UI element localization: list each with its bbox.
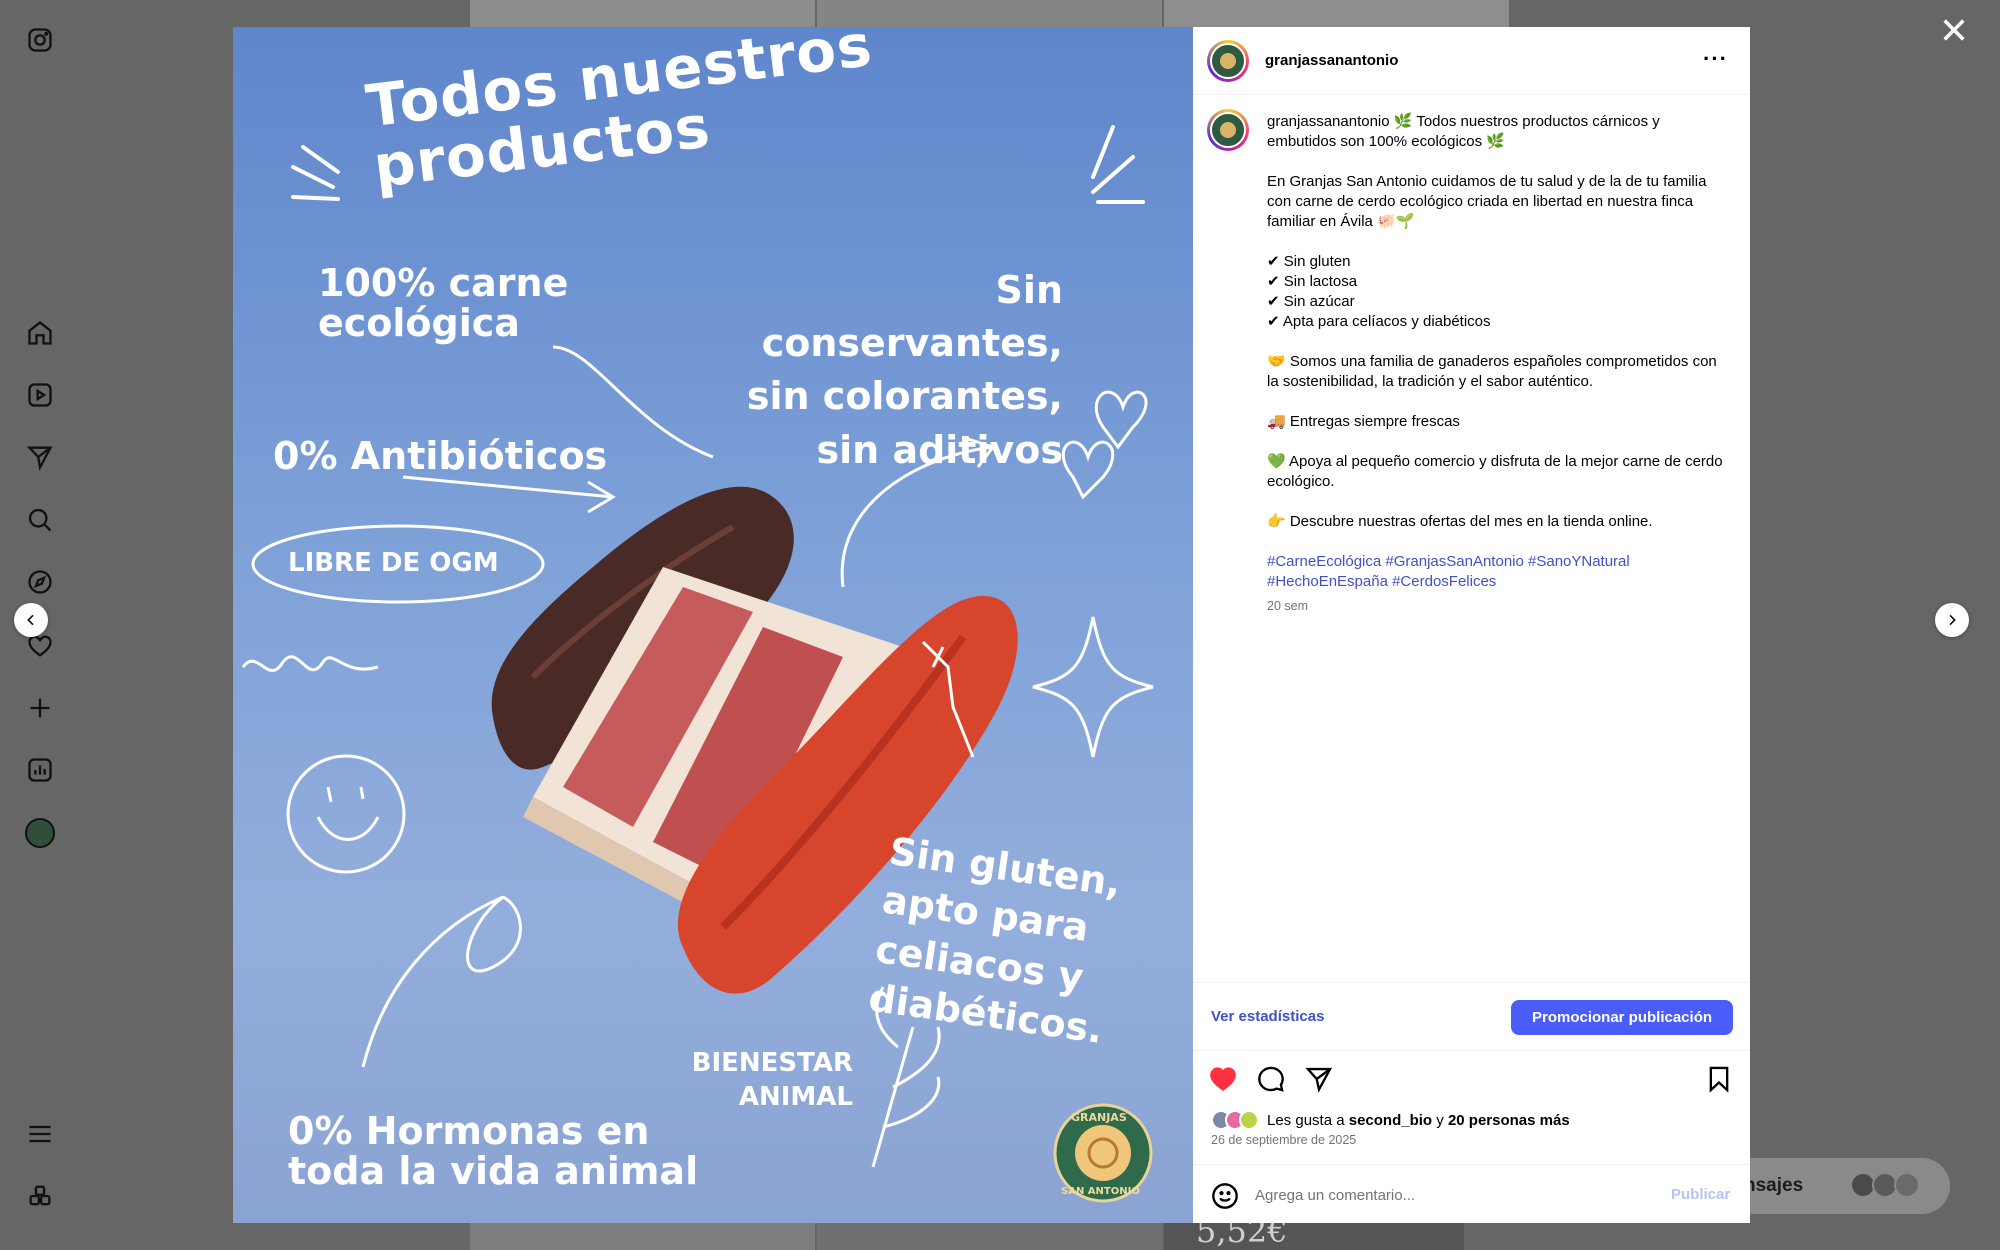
comment-icon bbox=[1258, 1066, 1284, 1092]
apps-icon[interactable] bbox=[24, 1180, 56, 1212]
previous-post-button[interactable] bbox=[14, 603, 48, 637]
next-post-button[interactable] bbox=[1935, 603, 1969, 637]
doodle-lines bbox=[291, 145, 340, 201]
reels-icon[interactable] bbox=[24, 379, 56, 411]
caption-check: ✔ Sin lactosa bbox=[1267, 273, 1358, 290]
menu-icon[interactable] bbox=[24, 1118, 56, 1150]
background-tile bbox=[817, 0, 1162, 27]
chevron-right-icon bbox=[1949, 614, 1956, 626]
post-image: Todos nuestros productos 100% carne ecol… bbox=[233, 27, 1193, 1223]
caption-paragraph: 🚚 Entregas siempre frescas bbox=[1267, 413, 1460, 430]
post-header: granjassanantonio ··· bbox=[1193, 27, 1750, 95]
promote-post-button[interactable]: Promocionar publicación bbox=[1511, 1000, 1733, 1035]
publish-comment-button[interactable]: Publicar bbox=[1671, 1186, 1730, 1203]
likes-summary[interactable]: Les gusta a second_bio y 20 personas más bbox=[1211, 1109, 1570, 1131]
stats-bar: Ver estadísticas Promocionar publicación bbox=[1193, 982, 1750, 1051]
caption-check: ✔ Sin gluten bbox=[1267, 253, 1351, 270]
doodle-smiley bbox=[286, 754, 406, 874]
like-button[interactable] bbox=[1209, 1065, 1237, 1093]
likes-mid: y bbox=[1432, 1111, 1448, 1129]
doodle-arrow bbox=[402, 475, 616, 514]
post-time-ago[interactable]: 20 sem bbox=[1267, 596, 1727, 616]
logo-text-bottom: SAN ANTONIO bbox=[1061, 1186, 1140, 1197]
likes-user[interactable]: second_bio bbox=[1349, 1112, 1432, 1129]
doodle-lines bbox=[1091, 125, 1145, 204]
home-icon[interactable] bbox=[24, 317, 56, 349]
chevron-left-icon bbox=[27, 614, 34, 626]
caption-paragraph: 💚 Apoya al pequeño comercio y disfruta d… bbox=[1267, 453, 1723, 490]
caption-hashtags[interactable]: #CarneEcológica #GranjasSanAntonio #Sano… bbox=[1267, 552, 1727, 592]
caption-paragraph: En Granjas San Antonio cuidamos de tu sa… bbox=[1267, 173, 1707, 230]
caption-check: ✔ Apta para celíacos y diabéticos bbox=[1267, 313, 1491, 330]
doodle-star bbox=[1032, 616, 1154, 758]
background-tile bbox=[470, 1223, 815, 1250]
share-button[interactable] bbox=[1305, 1065, 1333, 1093]
post-modal: Todos nuestros productos 100% carne ecol… bbox=[233, 27, 1750, 1223]
doodle-wave bbox=[241, 655, 379, 672]
image-claim-sin-conservantes: Sin conservantes, sin colorantes, sin ad… bbox=[746, 268, 1063, 472]
image-claim-antibioticos: 0% Antibióticos bbox=[273, 434, 608, 478]
author-username[interactable]: granjassanantonio bbox=[1265, 52, 1398, 69]
caption-check: ✔ Sin azúcar bbox=[1267, 293, 1355, 310]
comment-button[interactable] bbox=[1257, 1065, 1285, 1093]
more-options-button[interactable]: ··· bbox=[1703, 48, 1728, 70]
image-claim-ecologica: 100% carne ecológica bbox=[318, 261, 569, 345]
close-button[interactable] bbox=[1940, 16, 1968, 44]
logo-text-top: GRANJAS bbox=[1071, 1111, 1127, 1124]
post-caption: granjassanantonio 🌿 Todos nuestros produ… bbox=[1267, 112, 1727, 616]
doodle-heart bbox=[1094, 390, 1148, 450]
comment-input[interactable] bbox=[1255, 1180, 1635, 1210]
likes-text: Les gusta a second_bio y 20 personas más bbox=[1267, 1112, 1570, 1129]
image-claim-gluten: Sin gluten, apto para celiacos y diabéti… bbox=[865, 828, 1124, 1053]
likes-prefix: Les gusta a bbox=[1267, 1111, 1349, 1129]
heart-filled-icon bbox=[1210, 1067, 1236, 1091]
likes-count[interactable]: 20 personas más bbox=[1448, 1112, 1570, 1129]
image-claim-bienestar: BIENESTAR ANIMAL bbox=[691, 1048, 853, 1112]
search-icon[interactable] bbox=[24, 504, 56, 536]
close-icon bbox=[1943, 19, 1965, 41]
view-insights-link[interactable]: Ver estadísticas bbox=[1211, 1008, 1324, 1025]
caption-paragraph: 🤝 Somos una familia de ganaderos español… bbox=[1267, 353, 1717, 390]
background-tile bbox=[817, 1223, 1162, 1250]
doodle-heart bbox=[1061, 440, 1115, 500]
background-tile bbox=[470, 0, 815, 27]
dashboard-icon[interactable] bbox=[24, 754, 56, 786]
messages-label: nsajes bbox=[1744, 1175, 1804, 1196]
save-button[interactable] bbox=[1705, 1065, 1733, 1093]
explore-icon[interactable] bbox=[24, 566, 56, 598]
post-actions bbox=[1193, 1057, 1750, 1102]
caption-paragraph: 👉 Descubre nuestras ofertas del mes en l… bbox=[1267, 513, 1653, 530]
instagram-icon[interactable] bbox=[24, 24, 56, 56]
doodle-smiley bbox=[316, 786, 380, 841]
create-icon[interactable] bbox=[24, 692, 56, 724]
caption-avatar[interactable] bbox=[1207, 109, 1249, 151]
author-avatar[interactable] bbox=[1207, 40, 1249, 82]
profile-avatar[interactable] bbox=[25, 818, 55, 848]
direct-icon[interactable] bbox=[24, 441, 56, 473]
liker-avatar bbox=[1239, 1110, 1259, 1130]
avatar bbox=[1894, 1172, 1920, 1198]
emoji-icon bbox=[1212, 1183, 1238, 1209]
share-icon bbox=[1305, 1067, 1333, 1093]
emoji-button[interactable] bbox=[1211, 1182, 1239, 1210]
caption-username[interactable]: granjassanantonio bbox=[1267, 113, 1390, 130]
image-claim-ogm: LIBRE DE OGM bbox=[288, 548, 499, 578]
comment-bar: Publicar bbox=[1193, 1164, 1750, 1223]
doodle-arrow bbox=[361, 895, 522, 1068]
background-tile bbox=[1164, 0, 1509, 27]
image-claim-hormonas: 0% Hormonas en toda la vida animal bbox=[288, 1109, 699, 1193]
post-panel: granjassanantonio ··· granjassanantonio … bbox=[1193, 27, 1750, 1223]
post-date: 26 de septiembre de 2025 bbox=[1211, 1133, 1357, 1147]
bookmark-icon bbox=[1709, 1066, 1729, 1093]
